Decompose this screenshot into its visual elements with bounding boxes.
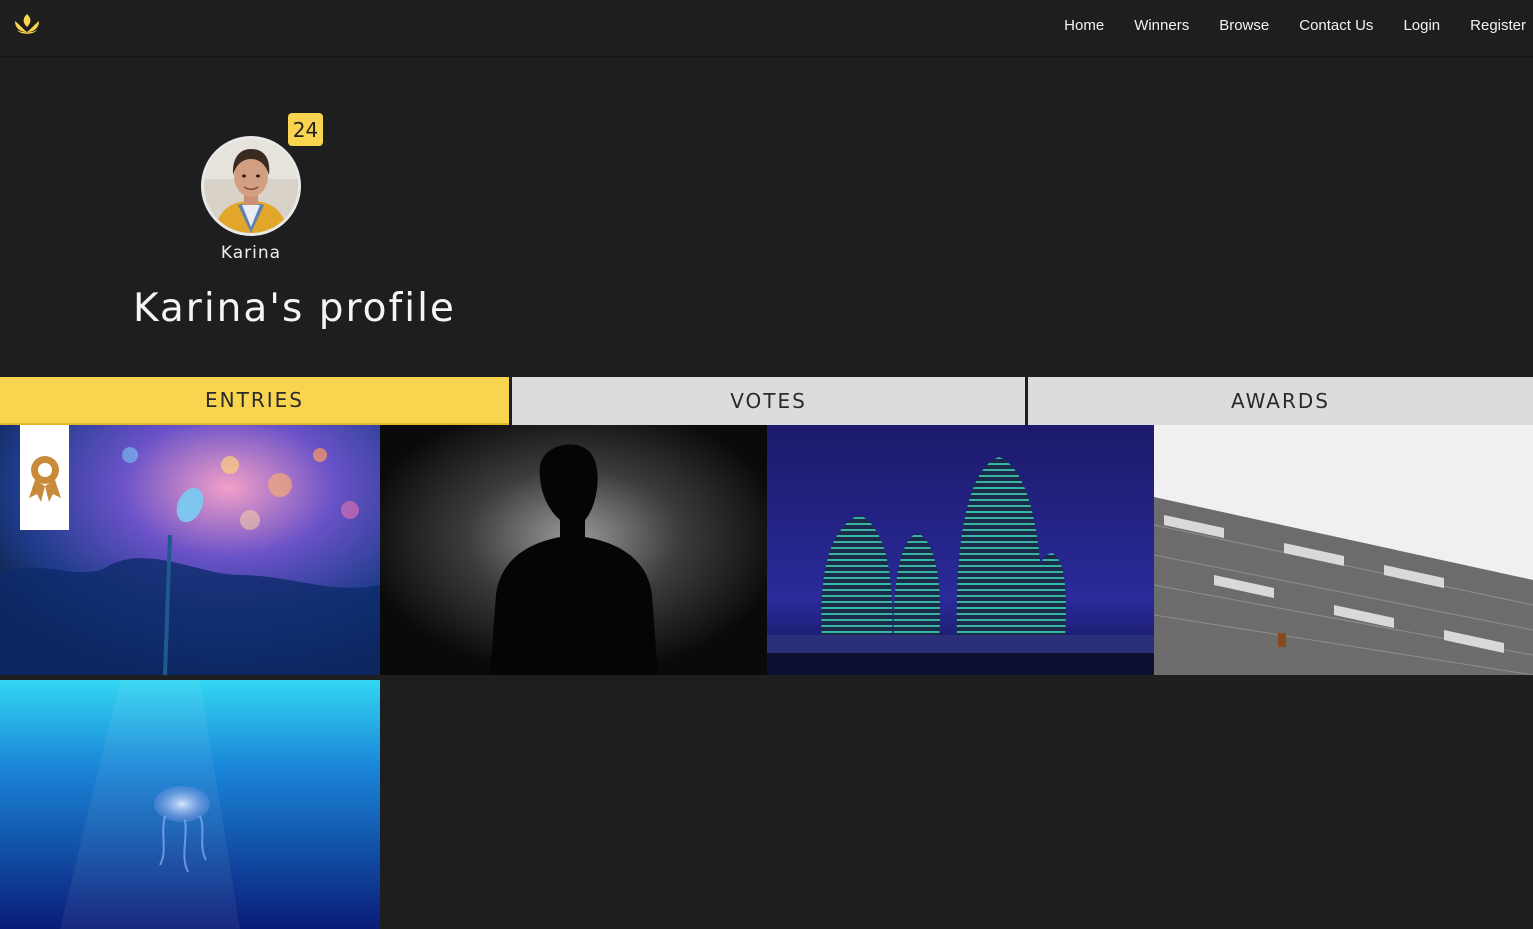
entry-tile-microphone[interactable] [0,425,380,675]
main-nav: Home Winners Browse Contact Us Login Reg… [1034,0,1526,50]
entry-tile-silhouette[interactable] [380,425,767,675]
nav-register-link[interactable]: Register [1470,17,1526,34]
award-ribbon-icon [28,455,61,502]
entry-tile-jellyfish[interactable] [0,680,380,929]
avatar-photo [204,139,298,233]
username-label: Karina [220,243,282,263]
nav-home-link[interactable]: Home [1064,17,1104,34]
top-navbar: Home Winners Browse Contact Us Login Reg… [0,0,1533,57]
page-title: Karina's profile [133,286,456,331]
avatar [201,136,301,236]
lotus-logo-icon[interactable] [11,11,43,37]
tab-votes[interactable]: VOTES [512,377,1025,425]
award-badge [20,425,69,530]
nav-winners-link[interactable]: Winners [1134,17,1189,34]
nav-contact-link[interactable]: Contact Us [1299,17,1373,34]
entry-image [767,425,1154,675]
entry-image [1154,425,1533,675]
profile-tabs: ENTRIES VOTES AWARDS [0,377,1533,425]
nav-login-link[interactable]: Login [1403,17,1440,34]
entry-image [380,425,767,675]
entry-tile-building-facade[interactable] [1154,425,1533,675]
nav-browse-link[interactable]: Browse [1219,17,1269,34]
tab-awards[interactable]: AWARDS [1028,377,1533,425]
entry-image [0,680,380,929]
entry-tile-night-towers[interactable] [767,425,1154,675]
tab-entries[interactable]: ENTRIES [0,377,509,425]
entry-count-badge: 24 [288,113,323,146]
